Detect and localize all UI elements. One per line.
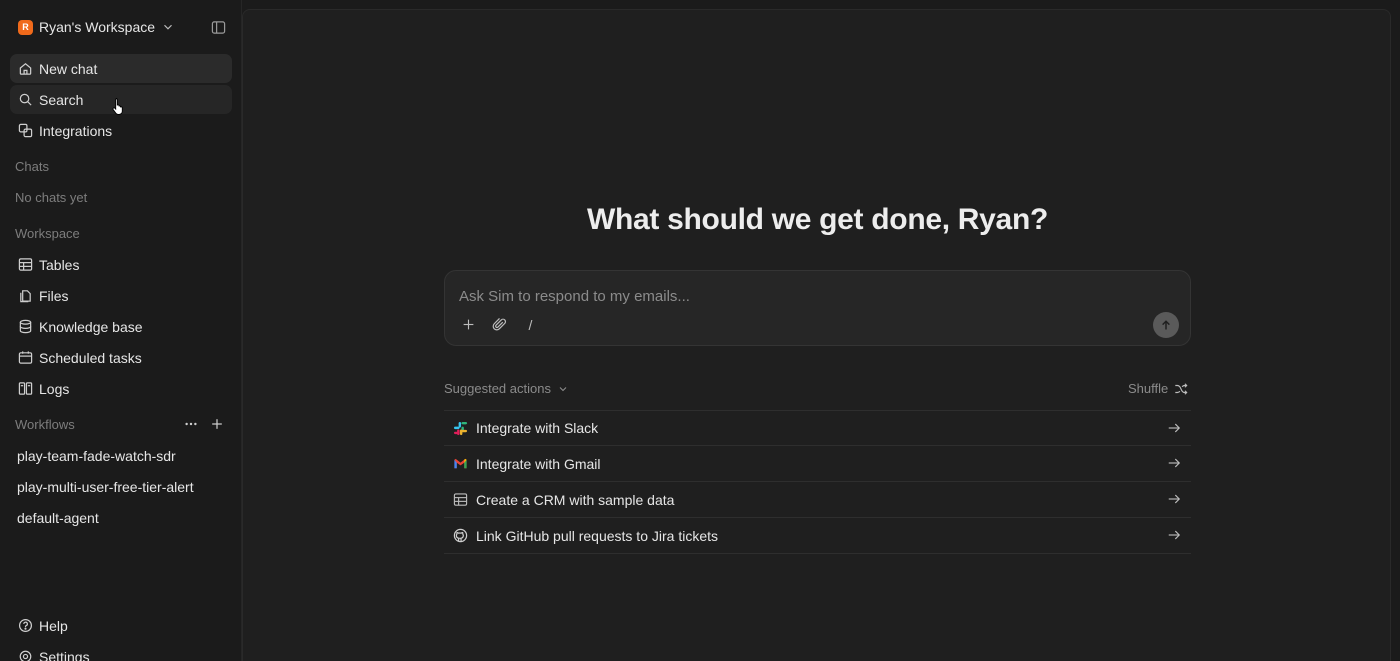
nav-tables-label: Tables [39,256,80,273]
workflow-item[interactable]: play-team-fade-watch-sdr [17,448,176,464]
nav-logs-label: Logs [39,380,70,397]
workspace-logo: R [18,19,33,35]
nav-files-label: Files [39,287,69,304]
sidebar-toggle-icon[interactable] [209,18,227,36]
nav-files[interactable]: Files [10,281,232,310]
send-button[interactable] [1153,312,1179,338]
main-panel: What should we get done, Ryan? / Suggest… [242,9,1391,661]
nav-new-chat-label: New chat [39,60,98,77]
calendar-icon [18,351,33,364]
more-options-icon[interactable] [183,416,199,432]
workspace-switcher[interactable]: R Ryan's Workspace [18,17,175,37]
nav-integrations[interactable]: Integrations [10,116,232,145]
help-icon [18,618,33,633]
suggestion-label: Integrate with Gmail [476,455,601,472]
suggestion-label: Integrate with Slack [476,420,599,436]
workspace-name: Ryan's Workspace [39,19,156,35]
workflow-item[interactable]: play-multi-user-free-tier-alert [17,479,194,495]
suggestion-label: Link GitHub pull requests to Jira ticket… [476,527,718,544]
workflows-actions [183,416,225,432]
table-icon [452,492,468,508]
nav-knowledge-base-label: Knowledge base [39,318,143,335]
workflow-item[interactable]: default-agent [17,510,99,526]
files-icon [20,290,31,303]
plus-icon[interactable] [460,316,477,333]
chat-composer: / [444,270,1191,346]
sidebar: R Ryan's Workspace New chat Search Integ… [0,0,242,661]
nav-scheduled-tasks-label: Scheduled tasks [39,349,142,366]
suggestion-row[interactable]: Integrate with Slack [444,410,1191,446]
workflows-section-label: Workflows [15,417,75,432]
chevron-down-icon [164,24,172,30]
suggestion-row[interactable]: Link GitHub pull requests to Jira ticket… [444,518,1191,554]
slack-icon [452,420,468,436]
workspace-section-label: Workspace [15,226,80,241]
database-icon [19,319,32,334]
shuffle-icon [1175,382,1188,395]
arrow-up-icon [1162,320,1170,330]
nav-search-label: Search [39,91,84,108]
chevron-down-icon [559,386,567,391]
table-icon [18,258,33,271]
suggestion-row[interactable]: Create a CRM with sample data [444,482,1191,518]
chat-input[interactable] [459,286,1139,306]
arrow-right-icon [1168,458,1181,468]
suggested-actions-toggle[interactable]: Suggested actions [444,381,569,396]
nav-tables[interactable]: Tables [10,250,232,279]
paperclip-icon[interactable] [491,316,508,333]
nav-help-label: Help [39,617,68,634]
chats-section-label: Chats [15,159,49,174]
suggestion-label: Create a CRM with sample data [476,491,675,508]
shuffle-label: Shuffle [1128,381,1169,396]
nav-settings-label: Settings [39,648,90,661]
integrations-icon [18,123,33,138]
nav-logs[interactable]: Logs [10,374,232,403]
pointer-cursor-icon [112,98,123,115]
no-chats-text: No chats yet [15,190,88,205]
arrow-right-icon [1168,423,1181,433]
nav-help[interactable]: Help [10,611,232,640]
home-icon [19,63,32,75]
suggestion-row[interactable]: Integrate with Gmail [444,446,1191,482]
nav-settings[interactable]: Settings [10,642,232,661]
composer-tools: / [460,316,539,333]
slash-command-icon[interactable]: / [522,316,539,333]
gear-icon [19,650,32,661]
suggested-actions-label: Suggested actions [444,381,551,396]
nav-scheduled-tasks[interactable]: Scheduled tasks [10,343,232,372]
nav-integrations-label: Integrations [39,122,113,139]
nav-knowledge-base[interactable]: Knowledge base [10,312,232,341]
page-title: What should we get done, Ryan? [586,203,1048,236]
add-workflow-icon[interactable] [209,416,225,432]
nav-new-chat[interactable]: New chat [10,54,232,83]
search-icon [19,93,32,106]
gmail-icon [452,456,468,472]
arrow-right-icon [1168,530,1181,540]
arrow-right-icon [1168,494,1181,504]
logs-icon [18,382,33,395]
shuffle-button[interactable]: Shuffle [1128,381,1188,396]
github-icon [452,528,468,544]
